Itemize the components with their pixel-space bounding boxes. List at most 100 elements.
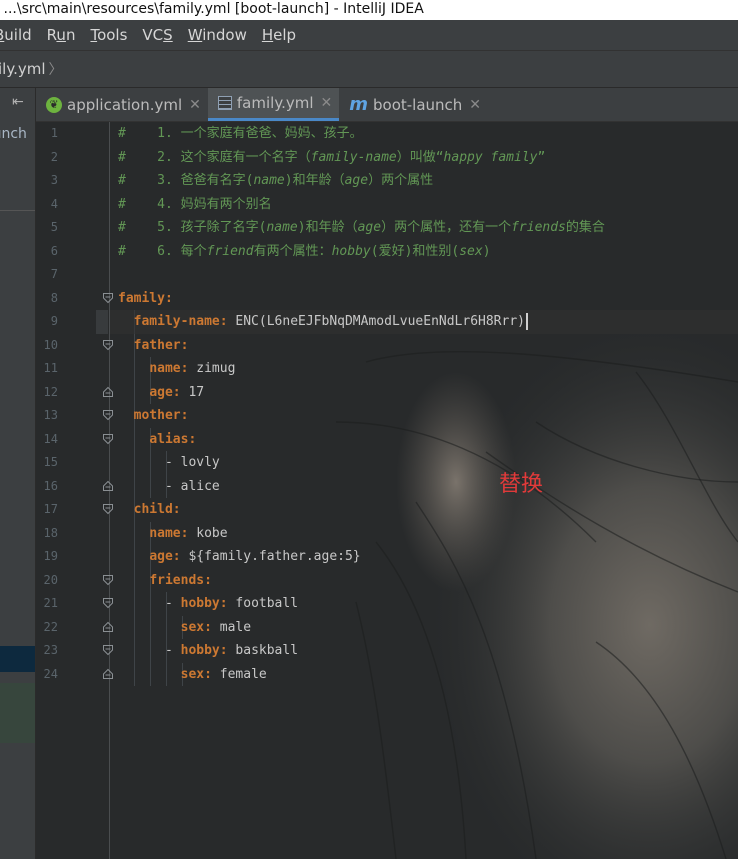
code-text: - lovly bbox=[118, 451, 220, 475]
code-text: mother: bbox=[118, 404, 189, 428]
yaml-value: ENC(L6neEJFbNqDMAmodLvueEnNdLr6H8Rrr) bbox=[227, 314, 525, 329]
fold-close-icon[interactable] bbox=[102, 668, 114, 680]
fold-close-icon[interactable] bbox=[102, 386, 114, 398]
yaml-value bbox=[118, 408, 134, 423]
line-number: 7 bbox=[50, 267, 58, 281]
chevron-right-icon: 〉 bbox=[48, 62, 63, 78]
fold-open-icon[interactable] bbox=[102, 503, 114, 515]
code-text: age: ${family.father.age:5} bbox=[118, 545, 360, 569]
line-number: 1 bbox=[50, 126, 58, 140]
collapse-panel-icon[interactable]: ⇤ bbox=[12, 94, 24, 110]
fold-open-icon[interactable] bbox=[102, 292, 114, 304]
tab-boot-launch[interactable]: m boot-launch ✕ bbox=[339, 88, 488, 121]
menu-help[interactable]: Help bbox=[262, 26, 296, 44]
yaml-value bbox=[118, 549, 149, 564]
comment-text: family-name bbox=[310, 149, 397, 165]
menu-window[interactable]: Window bbox=[188, 26, 247, 44]
comment-text: )和年龄（ bbox=[284, 173, 345, 188]
code-line[interactable]: 2 # 2. 这个家庭有一个名字（family-name）叫做“happy fam… bbox=[36, 146, 738, 170]
code-text: - alice bbox=[118, 475, 220, 499]
yaml-key: father: bbox=[133, 337, 189, 353]
fold-open-icon[interactable] bbox=[102, 339, 114, 351]
comment-text: ” bbox=[537, 149, 546, 165]
comment-text: ）叫做“ bbox=[396, 149, 444, 165]
comment-text: hobby bbox=[331, 243, 371, 259]
project-tree-item[interactable]: aunch bbox=[0, 126, 27, 142]
tab-application-yml[interactable]: ❦ application.yml ✕ bbox=[36, 88, 208, 121]
code-text: # 1. 一个家庭有爸爸、妈妈、孩子。 bbox=[118, 122, 363, 146]
code-line[interactable]: 23 - hobby: baskball bbox=[36, 639, 738, 663]
code-line[interactable]: 5 # 5. 孩子除了名字(name)和年龄（age）两个属性，还有一个frien… bbox=[36, 216, 738, 240]
line-number: 10 bbox=[43, 337, 58, 352]
line-number: 11 bbox=[43, 361, 58, 375]
line-number: 19 bbox=[43, 549, 58, 563]
code-line[interactable]: 1 # 1. 一个家庭有爸爸、妈妈、孩子。 bbox=[36, 122, 738, 146]
code-line[interactable]: 3 # 3. 爸爸有名字(name)和年龄（age）两个属性 bbox=[36, 169, 738, 193]
code-line[interactable]: 7 bbox=[36, 263, 738, 287]
line-number: 13 bbox=[43, 408, 58, 422]
project-tree-selection[interactable] bbox=[0, 646, 35, 672]
code-line[interactable]: 14 alias: bbox=[36, 428, 738, 452]
tab-family-yml[interactable]: family.yml ✕ bbox=[207, 88, 340, 121]
code-line[interactable]: 21 - hobby: football bbox=[36, 592, 738, 616]
yaml-key: family: bbox=[118, 290, 173, 306]
project-tree-highlight bbox=[0, 683, 35, 743]
fold-open-icon[interactable] bbox=[102, 574, 114, 586]
menu-vcs[interactable]: VCS bbox=[142, 26, 172, 44]
comment-text: (爱好)和性别( bbox=[370, 243, 460, 259]
code-line[interactable]: 22 sex: male bbox=[36, 616, 738, 640]
yaml-value bbox=[118, 385, 149, 400]
code-line[interactable]: 10 father: bbox=[36, 334, 738, 358]
code-line[interactable]: 17 child: bbox=[36, 498, 738, 522]
menu-tools[interactable]: Tools bbox=[90, 26, 127, 44]
line-number: 20 bbox=[43, 572, 58, 587]
close-icon[interactable]: ✕ bbox=[321, 95, 333, 111]
code-line[interactable]: 19 age: ${family.father.age:5} bbox=[36, 545, 738, 569]
code-line[interactable]: 24 sex: female bbox=[36, 663, 738, 687]
code-line[interactable]: 11 name: zimug bbox=[36, 357, 738, 381]
yaml-value: - alice bbox=[118, 478, 220, 494]
code-text: - hobby: baskball bbox=[118, 639, 298, 663]
text-cursor bbox=[526, 313, 528, 330]
line-number: 17 bbox=[43, 502, 58, 516]
fold-open-icon[interactable] bbox=[102, 597, 114, 609]
comment-text: age bbox=[357, 220, 382, 235]
close-icon[interactable]: ✕ bbox=[189, 97, 201, 113]
yml-file-icon bbox=[217, 96, 232, 110]
comment-text: # 1. 一个家庭有爸爸、妈妈、孩子。 bbox=[118, 126, 363, 141]
code-line[interactable]: 9 family-name: ENC(L6neEJFbNqDMAmodLvueE… bbox=[36, 310, 738, 334]
comment-text: ）两个属性 bbox=[368, 173, 434, 188]
code-line[interactable]: 13 mother: bbox=[36, 404, 738, 428]
yaml-value: football bbox=[227, 596, 299, 611]
code-editor[interactable]: 1 # 1. 一个家庭有爸爸、妈妈、孩子。 2 # 2. 这个家庭有一个名字（fami… bbox=[36, 122, 738, 859]
menu-run[interactable]: Run bbox=[47, 26, 76, 44]
comment-text: name bbox=[266, 220, 298, 235]
fold-close-icon[interactable] bbox=[102, 480, 114, 492]
yaml-key: friends: bbox=[149, 572, 212, 588]
line-number: 8 bbox=[50, 290, 58, 305]
code-line[interactable]: 15 - lovly bbox=[36, 451, 738, 475]
close-icon[interactable]: ✕ bbox=[469, 97, 481, 113]
code-line[interactable]: 12 age: 17 bbox=[36, 381, 738, 405]
code-line[interactable]: 8 family: bbox=[36, 287, 738, 311]
line-number: 14 bbox=[43, 431, 58, 446]
fold-open-icon[interactable] bbox=[102, 644, 114, 656]
line-number: 12 bbox=[43, 384, 58, 399]
fold-open-icon[interactable] bbox=[102, 433, 114, 445]
menu-build[interactable]: Build bbox=[0, 26, 32, 44]
code-line[interactable]: 20 friends: bbox=[36, 569, 738, 593]
code-text: sex: male bbox=[118, 616, 251, 640]
line-number: 2 bbox=[50, 149, 58, 164]
breadcrumb-file[interactable]: ily.yml bbox=[0, 60, 46, 78]
yaml-key: sex: bbox=[180, 619, 212, 635]
code-text: - hobby: football bbox=[118, 592, 298, 616]
code-line[interactable]: 4 # 4. 妈妈有两个别名 bbox=[36, 193, 738, 217]
line-number: 23 bbox=[43, 643, 58, 657]
code-line[interactable]: 6 # 6. 每个friend有两个属性：hobby(爱好)和性别(sex) bbox=[36, 240, 738, 264]
fold-close-icon[interactable] bbox=[102, 621, 114, 633]
project-tool-window: ⇤ aunch bbox=[0, 88, 36, 859]
fold-open-icon[interactable] bbox=[102, 409, 114, 421]
code-line[interactable]: 16 - alice bbox=[36, 475, 738, 499]
line-number: 6 bbox=[50, 243, 58, 258]
code-line[interactable]: 18 name: kobe bbox=[36, 522, 738, 546]
